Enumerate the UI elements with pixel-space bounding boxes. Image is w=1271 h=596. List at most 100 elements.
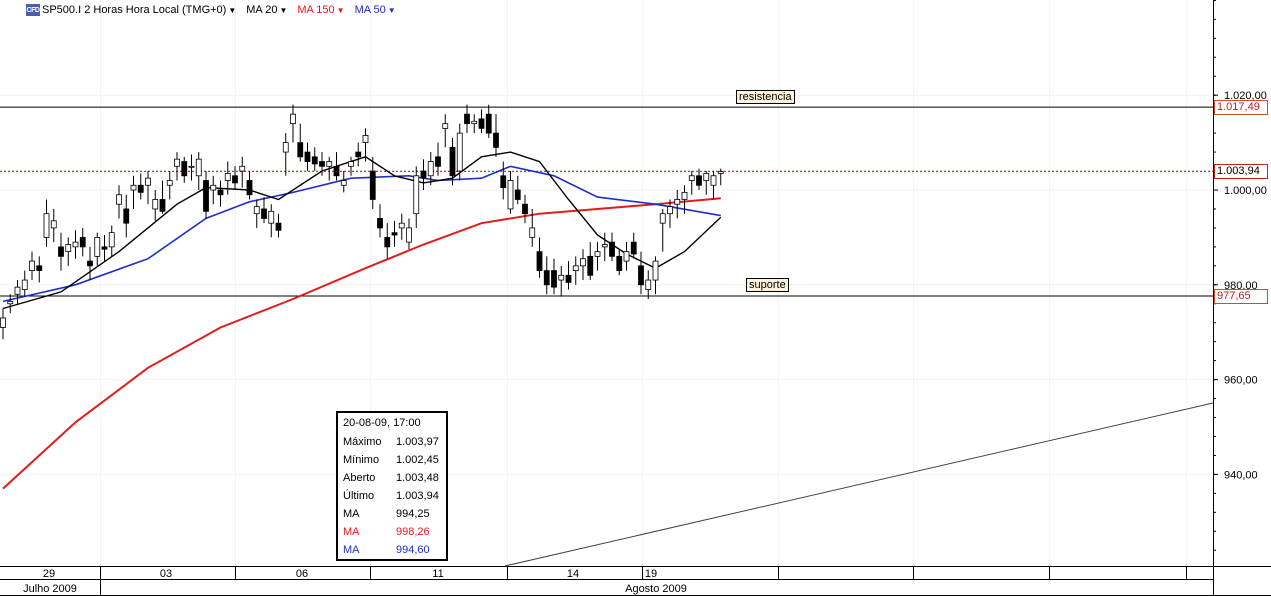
candle	[246, 171, 253, 200]
candle-body	[500, 175, 507, 189]
candle	[217, 180, 224, 207]
candle-body	[116, 194, 122, 205]
candle-body	[275, 222, 282, 231]
candle	[522, 194, 528, 224]
x-day-label: 03	[160, 568, 172, 580]
candle-body	[268, 210, 275, 224]
candle-body	[137, 184, 144, 193]
axes	[0, 0, 1271, 596]
candle	[587, 242, 594, 281]
ma150-selector[interactable]: MA 150 ▼	[297, 4, 344, 16]
candle	[145, 171, 151, 205]
dropdown-arrow-icon: ▼	[336, 5, 345, 15]
data-window-row: Mínimo 1.002,45	[343, 454, 439, 466]
candle	[630, 232, 637, 259]
trend-line	[504, 402, 1214, 567]
candle	[478, 109, 485, 134]
candle-body	[420, 170, 427, 179]
candle	[29, 251, 35, 281]
data-window-date: 20-08-09, 17:00	[343, 417, 421, 429]
candle-body	[253, 206, 260, 215]
candle	[398, 213, 405, 240]
candle	[377, 204, 383, 238]
candle-body	[326, 161, 333, 167]
candle	[616, 249, 623, 276]
candle	[493, 114, 499, 157]
candle	[50, 208, 57, 243]
candle-body	[87, 260, 93, 267]
support-label[interactable]: suporte	[746, 278, 789, 292]
candle	[659, 208, 666, 252]
candle	[609, 232, 615, 262]
candle	[58, 232, 64, 271]
candle-body	[406, 227, 412, 243]
candle-body	[239, 165, 246, 172]
resistance-label[interactable]: resistencia	[736, 90, 795, 104]
candle	[652, 256, 659, 295]
candle-body	[471, 120, 478, 125]
candle-body	[232, 175, 238, 184]
candle-body	[478, 118, 485, 129]
ma20-selector[interactable]: MA 20 ▼	[246, 4, 287, 16]
price-chart[interactable]: 1.020,001.000,00980,00960,00940,00 29 03 0…	[0, 0, 1271, 596]
last-price-tag: 1.003,94	[1214, 164, 1268, 179]
x-day-label: 14	[567, 568, 579, 580]
candle	[108, 225, 115, 257]
candle-body	[94, 236, 101, 257]
candle-body	[456, 132, 463, 172]
candle-body	[413, 175, 420, 215]
candle	[159, 180, 166, 214]
candle-body	[667, 206, 673, 215]
candle-body	[652, 260, 659, 281]
candle-body	[217, 189, 224, 196]
candle-body	[616, 255, 623, 271]
candle-body	[522, 203, 528, 215]
candle-body	[72, 241, 79, 248]
candle-body	[493, 132, 499, 148]
candle-body	[123, 208, 130, 224]
candle-body	[442, 123, 449, 129]
candle	[471, 114, 478, 134]
candle-body	[58, 246, 64, 257]
symbol-selector[interactable]: SP500.I 2 Horas Hora Local (TMG+0) ▼	[42, 4, 236, 16]
candle-body	[304, 151, 311, 162]
candle-body	[297, 142, 304, 158]
candle-body	[21, 279, 28, 290]
candle	[688, 171, 695, 195]
candle	[543, 256, 550, 295]
ma50-selector[interactable]: MA 50 ▼	[355, 4, 396, 16]
candle	[340, 171, 347, 193]
candle	[203, 171, 209, 219]
candle-body	[340, 180, 347, 186]
candle-body	[449, 146, 456, 177]
candle	[290, 104, 296, 143]
candle	[43, 199, 50, 247]
candle-body	[290, 113, 296, 125]
candle-body	[319, 161, 325, 167]
candle-body	[688, 175, 695, 181]
data-window-row: Último 1.003,94	[343, 490, 439, 502]
candle-body	[645, 279, 652, 290]
candle	[464, 104, 470, 134]
candle-body	[166, 180, 173, 186]
x-day-label: 29	[43, 568, 55, 580]
candle	[0, 308, 6, 340]
candle-body	[638, 265, 644, 286]
candle-body	[369, 170, 376, 200]
candle	[391, 220, 398, 247]
candle	[123, 194, 130, 238]
candle	[297, 123, 304, 162]
candle	[166, 171, 173, 200]
chart-gridlines	[0, 0, 1213, 566]
candle	[601, 232, 608, 262]
candle-body	[543, 270, 550, 286]
support-price-tag: 977,65	[1214, 289, 1268, 304]
candle-body	[485, 113, 492, 134]
dropdown-arrow-icon: ▼	[387, 5, 396, 15]
candle-body	[36, 265, 43, 271]
y-tick-label: 960,00	[1224, 375, 1258, 387]
candle	[195, 152, 202, 190]
candle-body	[108, 232, 115, 248]
candle-body	[224, 173, 231, 181]
candle	[101, 235, 108, 262]
